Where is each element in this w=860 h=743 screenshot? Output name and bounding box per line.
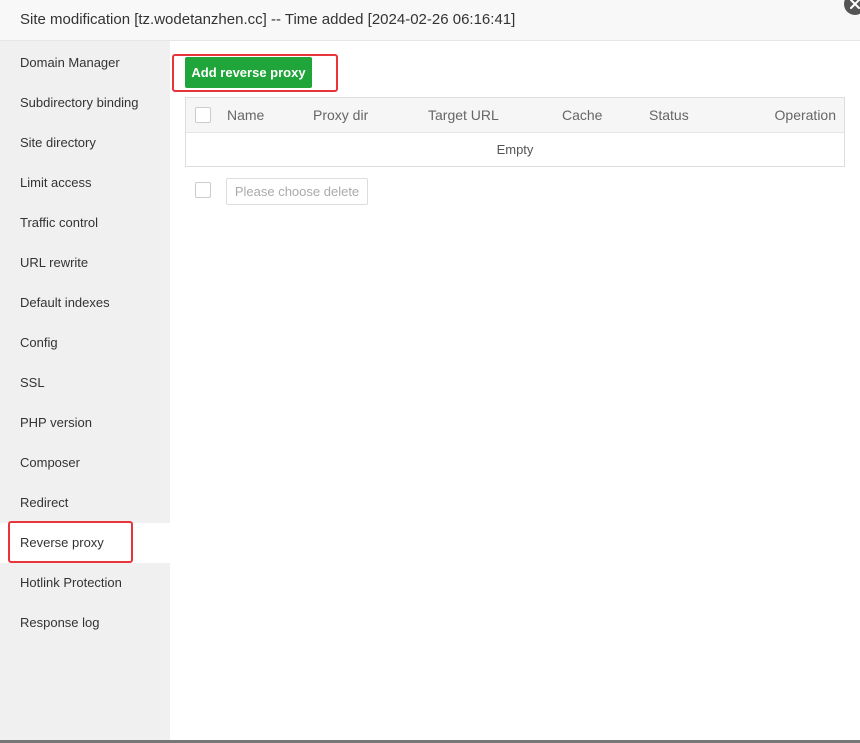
sidebar-item-url-rewrite[interactable]: URL rewrite xyxy=(0,243,170,283)
column-header-target-url[interactable]: Target URL xyxy=(428,98,499,132)
batch-select-checkbox[interactable] xyxy=(195,182,211,198)
table-empty-row: Empty xyxy=(496,142,534,157)
sidebar-item-php-version[interactable]: PHP version xyxy=(0,403,170,443)
sidebar-item-ssl[interactable]: SSL xyxy=(0,363,170,403)
column-header-cache[interactable]: Cache xyxy=(562,98,602,132)
sidebar-item-domain-manager[interactable]: Domain Manager xyxy=(0,43,170,83)
column-header-operation[interactable]: Operation xyxy=(775,98,836,132)
sidebar-item-hotlink-protection[interactable]: Hotlink Protection xyxy=(0,563,170,603)
column-header-proxy-dir[interactable]: Proxy dir xyxy=(313,98,368,132)
sidebar-item-response-log[interactable]: Response log xyxy=(0,603,170,643)
add-reverse-proxy-button[interactable]: Add reverse proxy xyxy=(185,57,312,88)
sidebar-item-reverse-proxy[interactable]: Reverse proxy xyxy=(0,523,170,563)
sidebar: Domain Manager Subdirectory binding Site… xyxy=(0,41,170,740)
sidebar-item-config[interactable]: Config xyxy=(0,323,170,363)
table-header: Name Proxy dir Target URL Cache Status O… xyxy=(186,98,844,133)
column-header-status[interactable]: Status xyxy=(649,98,689,132)
sidebar-item-redirect[interactable]: Redirect xyxy=(0,483,170,523)
close-icon xyxy=(850,0,860,9)
sidebar-item-composer[interactable]: Composer xyxy=(0,443,170,483)
column-header-name[interactable]: Name xyxy=(227,98,264,132)
select-all-checkbox[interactable] xyxy=(195,107,211,123)
batch-delete-button[interactable]: Please choose delete xyxy=(226,178,368,205)
dialog-title: Site modification [tz.wodetanzhen.cc] --… xyxy=(20,11,516,28)
sidebar-item-subdirectory-binding[interactable]: Subdirectory binding xyxy=(0,83,170,123)
sidebar-item-site-directory[interactable]: Site directory xyxy=(0,123,170,163)
sidebar-item-default-indexes[interactable]: Default indexes xyxy=(0,283,170,323)
sidebar-item-traffic-control[interactable]: Traffic control xyxy=(0,203,170,243)
dialog-titlebar: Site modification [tz.wodetanzhen.cc] --… xyxy=(0,0,860,41)
proxy-table: Name Proxy dir Target URL Cache Status O… xyxy=(185,97,845,167)
sidebar-item-limit-access[interactable]: Limit access xyxy=(0,163,170,203)
